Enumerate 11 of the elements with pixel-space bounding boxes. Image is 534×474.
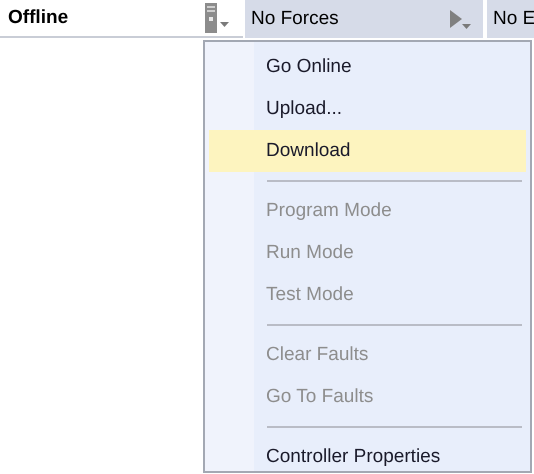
caret-icon (462, 24, 471, 29)
controller-icon (205, 3, 217, 33)
controller-status-dropdown[interactable]: Offline (0, 0, 243, 38)
play-icon (450, 10, 462, 28)
forces-status-dropdown[interactable]: No Forces (245, 0, 483, 38)
menu-item[interactable]: Go Online (209, 46, 526, 88)
menu-item[interactable]: Upload... (209, 88, 526, 130)
status-dropdown[interactable]: No E (487, 0, 534, 38)
menu-item[interactable]: Download (209, 130, 526, 172)
caret-icon (220, 22, 229, 27)
menu-item[interactable]: Controller Properties (209, 436, 526, 474)
